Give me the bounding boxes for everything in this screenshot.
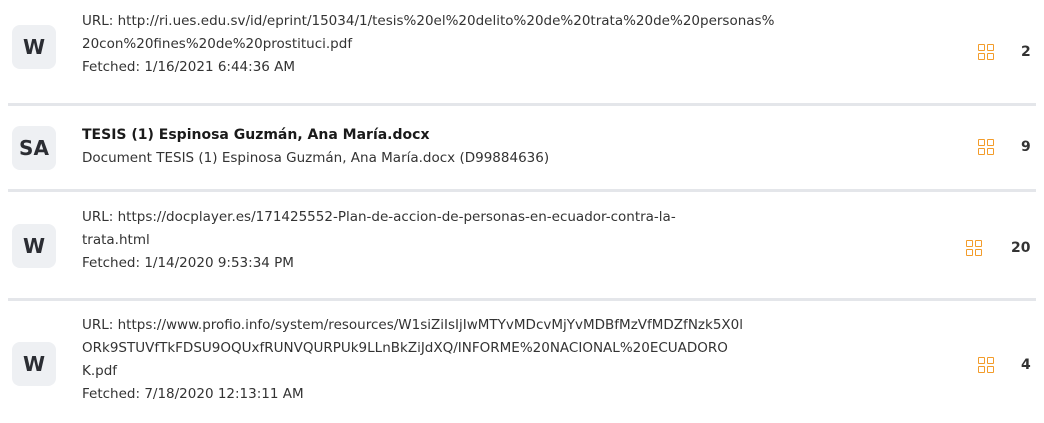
match-count: 2 bbox=[1021, 44, 1031, 60]
source-url-line: URL: http://ri.ues.edu.sv/id/eprint/1503… bbox=[82, 13, 775, 29]
source-url-line: 20con%20fines%20de%20prostituci.pdf bbox=[82, 36, 353, 52]
grid-icon[interactable] bbox=[978, 139, 994, 155]
source-type-badge: SA bbox=[12, 126, 56, 170]
source-list: W URL: http://ri.ues.edu.sv/id/eprint/15… bbox=[0, 0, 1044, 423]
fetched-date: Fetched: 7/18/2020 12:13:11 AM bbox=[82, 386, 304, 402]
grid-icon[interactable] bbox=[966, 240, 982, 256]
grid-icon[interactable] bbox=[978, 357, 994, 373]
source-url-line: K.pdf bbox=[82, 363, 118, 379]
match-count: 20 bbox=[1011, 240, 1031, 256]
match-count: 9 bbox=[1021, 139, 1031, 155]
row-divider bbox=[8, 189, 1036, 192]
source-url-line: URL: https://www.profio.info/system/reso… bbox=[82, 317, 743, 333]
source-url-line: URL: https://docplayer.es/171425552-Plan… bbox=[82, 209, 676, 225]
source-type-badge: W bbox=[12, 342, 56, 386]
source-details: URL: https://docplayer.es/171425552-Plan… bbox=[82, 206, 962, 275]
grid-icon[interactable] bbox=[978, 44, 994, 60]
source-details: URL: https://www.profio.info/system/reso… bbox=[82, 314, 962, 406]
row-divider bbox=[8, 103, 1036, 106]
fetched-date: Fetched: 1/16/2021 6:44:36 AM bbox=[82, 59, 296, 75]
source-details: TESIS (1) Espinosa Guzmán, Ana María.doc… bbox=[82, 124, 962, 170]
match-count: 4 bbox=[1021, 357, 1031, 373]
source-type-badge: W bbox=[12, 25, 56, 69]
row-divider bbox=[8, 298, 1036, 301]
document-title: TESIS (1) Espinosa Guzmán, Ana María.doc… bbox=[82, 127, 430, 143]
document-description: Document TESIS (1) Espinosa Guzmán, Ana … bbox=[82, 150, 550, 166]
fetched-date: Fetched: 1/14/2020 9:53:34 PM bbox=[82, 255, 294, 271]
source-details: URL: http://ri.ues.edu.sv/id/eprint/1503… bbox=[82, 10, 962, 79]
source-url-line: ORk9STUVfTkFDSU9OQUxfRUNVQURPUk9LLnBkZiJ… bbox=[82, 340, 728, 356]
source-type-badge: W bbox=[12, 224, 56, 268]
source-url-line: trata.html bbox=[82, 232, 150, 248]
